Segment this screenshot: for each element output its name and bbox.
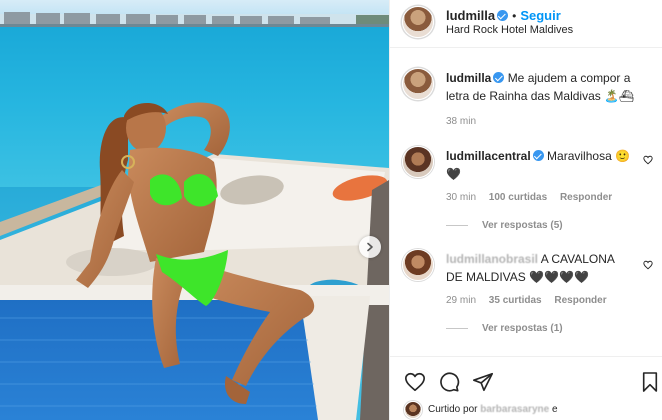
comment-emoji: 🖤 [446, 167, 461, 181]
caption-emojis: 🏝️⛴ [604, 89, 635, 103]
view-replies-button[interactable]: Ver respostas (5) [446, 220, 563, 231]
next-photo-button[interactable] [359, 236, 381, 258]
comment-hearts: 🖤🖤🖤🖤 [529, 270, 589, 284]
comment-body: Maravilhosa [547, 149, 612, 163]
comment-time[interactable]: 30 min [446, 192, 476, 203]
post-actions: Curtido por barbarasaryne e [390, 356, 662, 420]
comment-likes[interactable]: 35 curtidas [489, 295, 542, 306]
comment-text: ludmillacentral Maravilhosa 🙂 🖤 [446, 147, 636, 183]
comment-username[interactable]: ludmillacentral [446, 149, 531, 163]
follow-button[interactable]: Seguir [520, 8, 560, 23]
comment-time[interactable]: 29 min [446, 295, 476, 306]
comment-body-line1: A CAVALONA [540, 252, 615, 266]
liked-by-username[interactable]: barbarasaryne [480, 404, 549, 415]
reply-button[interactable]: Responder [560, 192, 612, 203]
comment-meta: 29 min 35 curtidas Responder [446, 295, 607, 306]
comment-icon[interactable] [438, 371, 460, 393]
comment-emoji: 🙂 [615, 149, 631, 163]
cushion-left [66, 248, 158, 276]
caption-text: ludmilla Me ajudem a compor a letra de R… [446, 69, 651, 105]
verified-badge-icon [497, 10, 509, 21]
reply-button[interactable]: Responder [554, 295, 606, 306]
comment-avatar[interactable] [402, 146, 434, 178]
post-side-panel: ludmilla • Seguir Hard Rock Hotel Maldives… [389, 0, 662, 420]
liked-by-suffix: e [551, 404, 558, 415]
caption-avatar[interactable] [402, 68, 434, 100]
view-replies-button[interactable]: Ver respostas (1) [446, 323, 563, 334]
comment-avatar[interactable] [402, 249, 434, 281]
comment-like-heart-icon[interactable] [643, 260, 653, 270]
comment-likes[interactable]: 100 curtidas [489, 192, 547, 203]
bookmark-icon[interactable] [641, 371, 659, 393]
liked-by-prefix: Curtido por [428, 404, 478, 415]
separator-dot: • [512, 9, 517, 23]
overwater-bungalows [0, 12, 389, 27]
comment-body-line2: DE MALDIVAS [446, 270, 526, 284]
heart-icon[interactable] [404, 371, 426, 393]
caption-username[interactable]: ludmilla [446, 71, 491, 85]
verified-badge-icon [493, 72, 505, 83]
author-username[interactable]: ludmilla [446, 8, 495, 23]
author-avatar[interactable] [402, 6, 434, 38]
caption-line1: Me ajudem a compor a [507, 71, 631, 85]
caption-time[interactable]: 38 min [446, 116, 476, 127]
post-header: ludmilla • Seguir Hard Rock Hotel Maldives [390, 0, 662, 48]
chevron-right-icon [367, 242, 373, 252]
liked-by-avatar[interactable] [404, 401, 422, 419]
comment-like-heart-icon[interactable] [643, 155, 653, 165]
caption-line2: letra de Rainha das Maldivas [446, 89, 601, 103]
verified-badge-icon [532, 150, 544, 161]
share-icon[interactable] [472, 371, 494, 393]
post-photo[interactable] [0, 0, 389, 420]
author-row: ludmilla • Seguir [446, 7, 561, 25]
comment-text: ludmillanobrasil A CAVALONA DE MALDIVAS … [446, 250, 636, 286]
liked-by-text: Curtido por barbarasaryne e [428, 404, 558, 415]
photo-scene [0, 12, 389, 420]
comment-meta: 30 min 100 curtidas Responder [446, 192, 612, 203]
post-location[interactable]: Hard Rock Hotel Maldives [446, 24, 573, 36]
comment-username[interactable]: ludmillanobrasil [446, 252, 538, 266]
